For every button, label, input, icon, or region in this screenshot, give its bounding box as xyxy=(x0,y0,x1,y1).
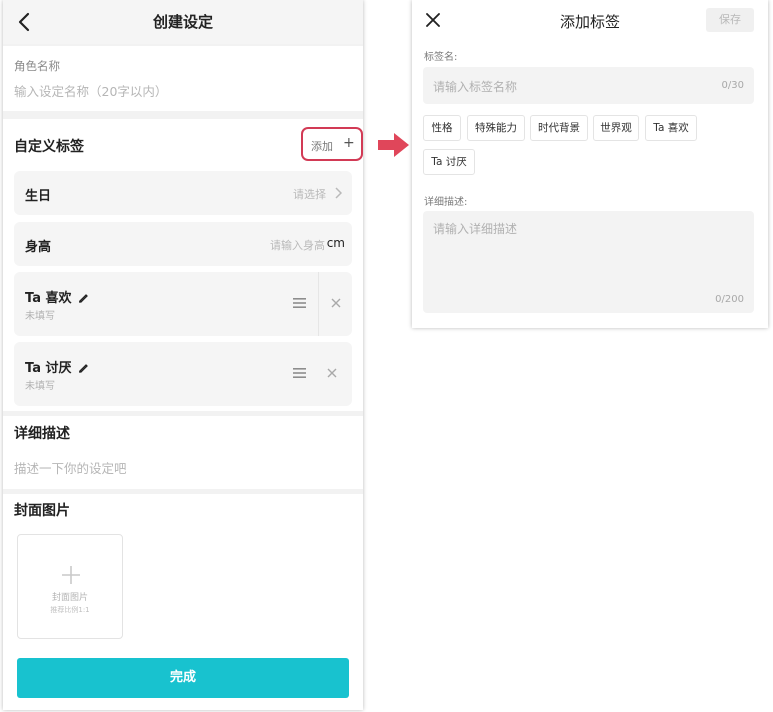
done-button[interactable]: 完成 xyxy=(17,658,349,698)
suggestion-chip[interactable]: 性格 xyxy=(423,115,461,141)
drag-handle-icon[interactable] xyxy=(293,297,306,309)
suggestion-chip[interactable]: 世界观 xyxy=(593,115,639,141)
role-name-label: 角色名称 xyxy=(14,59,60,73)
page-title: 创建设定 xyxy=(152,13,213,31)
plus-icon: + xyxy=(343,135,355,151)
suggestion-chip[interactable]: Ta 喜欢 xyxy=(645,115,697,141)
drag-handle-icon[interactable] xyxy=(293,367,306,379)
modal-header: 添加标签 保存 xyxy=(412,0,768,40)
likes-status: 未填写 xyxy=(25,311,55,322)
likes-label-text: Ta 喜欢 xyxy=(25,291,72,306)
role-name-input[interactable]: 输入设定名称（20字以内） xyxy=(14,81,167,100)
tag-name-input[interactable]: 请输入标签名称 0/30 xyxy=(423,67,754,104)
role-name-section: 角色名称 输入设定名称（20字以内） xyxy=(3,46,363,111)
edit-pencil-icon[interactable] xyxy=(78,362,89,373)
detail-input[interactable]: 描述一下你的设定吧 xyxy=(14,458,127,477)
right-arrow-icon xyxy=(378,133,409,157)
add-tag-button[interactable]: 添加 + xyxy=(301,127,363,161)
dislikes-label: Ta 讨厌 xyxy=(25,357,89,376)
delete-x-icon[interactable] xyxy=(331,298,341,308)
cover-ratio-hint: 推荐比例1:1 xyxy=(50,606,90,614)
detail-title: 详细描述 xyxy=(14,426,70,442)
delete-x-icon[interactable] xyxy=(327,368,337,378)
birthday-hint: 请选择 xyxy=(293,188,326,201)
tag-name-placeholder: 请输入标签名称 xyxy=(433,80,518,94)
save-button[interactable]: 保存 xyxy=(706,8,754,32)
height-input[interactable]: 请输入身高 xyxy=(270,237,325,253)
detail-label: 详细描述: xyxy=(424,197,468,208)
likes-label: Ta 喜欢 xyxy=(25,287,89,306)
edit-pencil-icon[interactable] xyxy=(78,292,89,303)
height-label: 身高 xyxy=(25,240,52,255)
add-tag-modal: 添加标签 保存 标签名: 请输入标签名称 0/30 性格 特殊能力 时代背景 世… xyxy=(412,0,768,328)
add-tag-label: 添加 xyxy=(311,140,333,153)
cover-upload-box[interactable]: 封面图片 推荐比例1:1 xyxy=(17,534,123,639)
height-unit: cm xyxy=(326,236,345,250)
likes-row[interactable]: Ta 喜欢 未填写 xyxy=(14,272,352,336)
custom-tags-title: 自定义标签 xyxy=(14,139,84,155)
suggestion-chip[interactable]: 特殊能力 xyxy=(467,115,525,141)
cover-box-label: 封面图片 xyxy=(51,593,88,603)
birthday-row[interactable]: 生日 请选择 xyxy=(14,171,352,215)
tag-name-counter: 0/30 xyxy=(721,80,744,91)
custom-tags-section: 自定义标签 生日 请选择 身高 请输入身高 cm Ta 喜欢 未填写 Ta 讨厌… xyxy=(3,119,363,411)
detail-textarea[interactable]: 请输入详细描述 0/200 xyxy=(423,211,754,313)
chevron-right-icon xyxy=(335,187,342,199)
detail-placeholder: 请输入详细描述 xyxy=(433,222,518,236)
birthday-label: 生日 xyxy=(25,189,52,204)
header-bar: 创建设定 xyxy=(3,0,363,44)
height-row[interactable]: 身高 请输入身高 cm xyxy=(14,222,352,266)
create-setting-screen: 创建设定 角色名称 输入设定名称（20字以内） 自定义标签 生日 请选择 身高 … xyxy=(3,0,363,710)
suggestion-chip[interactable]: Ta 讨厌 xyxy=(423,149,475,175)
detail-counter: 0/200 xyxy=(715,294,744,305)
plus-icon xyxy=(62,566,80,584)
dislikes-label-text: Ta 讨厌 xyxy=(25,361,72,376)
cover-title: 封面图片 xyxy=(14,503,70,519)
tag-name-label: 标签名: xyxy=(424,52,458,63)
dislikes-status: 未填写 xyxy=(25,381,55,392)
likes-delete-area[interactable] xyxy=(318,272,352,336)
dislikes-row[interactable]: Ta 讨厌 未填写 xyxy=(14,342,352,406)
suggestion-chip[interactable]: 时代背景 xyxy=(530,115,588,141)
detail-section: 详细描述 描述一下你的设定吧 xyxy=(3,416,363,489)
